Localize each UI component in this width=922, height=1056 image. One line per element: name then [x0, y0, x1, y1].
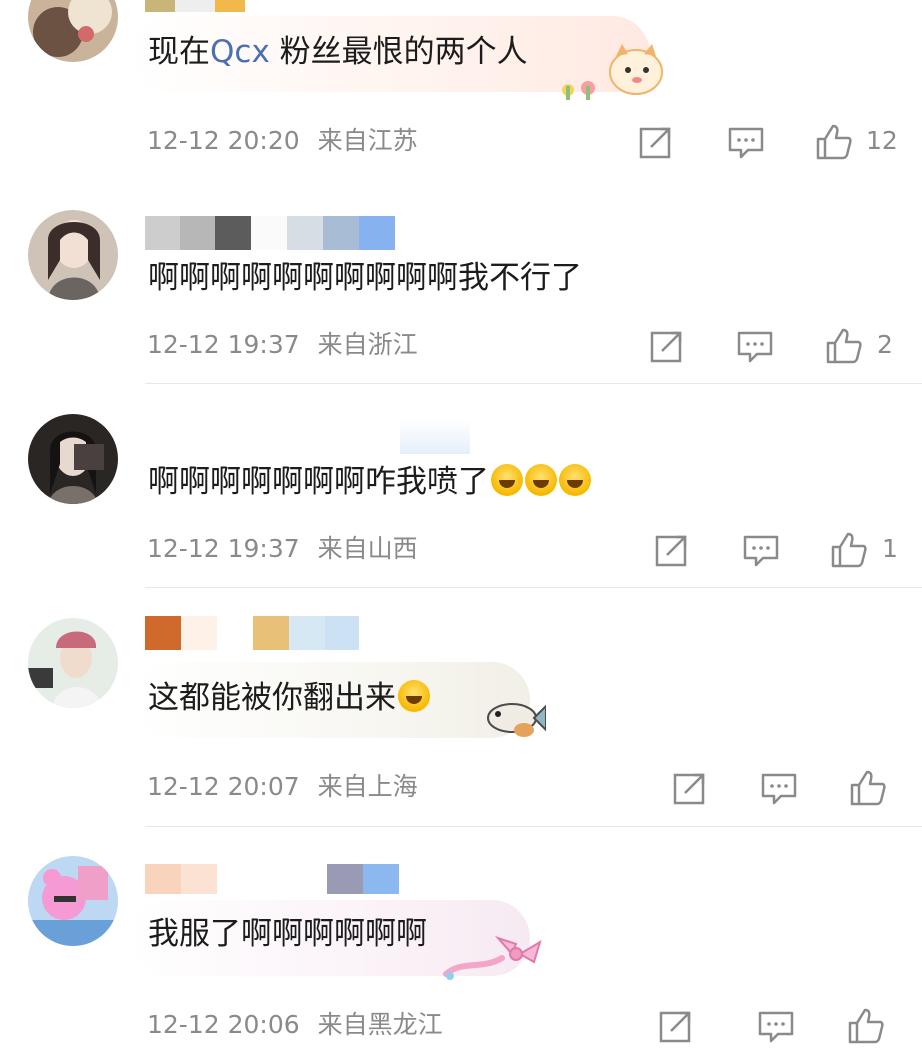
comment-location: 来自浙江	[317, 330, 418, 359]
laugh-cry-emoji	[525, 464, 557, 496]
reply-icon[interactable]	[726, 122, 766, 162]
reply-icon[interactable]	[759, 768, 799, 808]
share-icon[interactable]	[652, 530, 692, 570]
comment-location: 来自江苏	[317, 126, 418, 155]
comment-meta: 12-12 20:07 来自上海	[147, 770, 418, 804]
comment-text: 我服了啊啊啊啊啊啊	[148, 916, 427, 952]
divider	[145, 826, 922, 827]
divider	[145, 587, 922, 588]
share-icon[interactable]	[670, 768, 710, 808]
divider	[145, 383, 922, 384]
comment-actions: 12	[636, 122, 906, 162]
like-count: 1	[882, 534, 898, 563]
share-icon[interactable]	[656, 1006, 696, 1046]
avatar[interactable]	[28, 210, 118, 300]
reply-icon[interactable]	[735, 326, 775, 366]
comment-meta: 12-12 20:06 来自黑龙江	[147, 1008, 443, 1042]
comment-time: 12-12 19:37	[147, 534, 300, 563]
fish-sticker	[484, 696, 547, 742]
comment-time: 12-12 20:20	[147, 126, 300, 155]
share-icon[interactable]	[636, 122, 676, 162]
comment-meta: 12-12 19:37 来自山西	[147, 532, 418, 566]
search-link-icon[interactable]: Q	[210, 34, 234, 70]
username-redacted[interactable]	[145, 0, 245, 12]
shocked-emoji	[398, 680, 430, 712]
avatar[interactable]	[28, 618, 118, 708]
like-icon[interactable]	[829, 530, 869, 570]
comment-text: 现在Qcx 粉丝最恨的两个人	[148, 34, 528, 70]
comment-time: 12-12 20:07	[147, 772, 300, 801]
avatar[interactable]	[28, 0, 118, 62]
comment-location: 来自山西	[317, 534, 418, 563]
reply-icon[interactable]	[741, 530, 781, 570]
comment-meta: 12-12 19:37 来自浙江	[147, 328, 418, 362]
like-icon[interactable]	[846, 1006, 886, 1046]
like-count: 12	[866, 126, 898, 155]
share-icon[interactable]	[647, 326, 687, 366]
comment-text: 啊啊啊啊啊啊啊咋我喷了	[148, 462, 591, 502]
comment-actions: 2	[647, 326, 907, 366]
like-icon[interactable]	[848, 768, 888, 808]
like-icon[interactable]	[814, 122, 854, 162]
comment-actions	[656, 1006, 886, 1046]
search-link[interactable]: cx	[234, 34, 269, 70]
comment-text: 啊啊啊啊啊啊啊啊啊啊我不行了	[148, 260, 582, 296]
like-count: 2	[877, 330, 893, 359]
cat-sticker	[556, 42, 666, 102]
comment-location: 来自黑龙江	[317, 1010, 443, 1039]
comment-location: 来自上海	[317, 772, 418, 801]
username-redacted[interactable]	[145, 616, 359, 650]
reply-icon[interactable]	[756, 1006, 796, 1046]
laugh-cry-emoji	[559, 464, 591, 496]
like-icon[interactable]	[824, 326, 864, 366]
laugh-cry-emoji	[491, 464, 523, 496]
username-redacted[interactable]	[145, 420, 470, 454]
bow-sticker	[442, 930, 546, 982]
comment-text: 这都能被你翻出来	[148, 678, 430, 718]
username-redacted[interactable]	[145, 864, 399, 894]
comment-actions: 1	[652, 530, 902, 570]
avatar[interactable]	[28, 414, 118, 504]
comment-actions	[670, 768, 890, 808]
comment-time: 12-12 20:06	[147, 1010, 300, 1039]
avatar[interactable]	[28, 856, 118, 946]
comment-time: 12-12 19:37	[147, 330, 300, 359]
username-redacted[interactable]	[145, 216, 395, 250]
comment-meta: 12-12 20:20 来自江苏	[147, 124, 418, 158]
